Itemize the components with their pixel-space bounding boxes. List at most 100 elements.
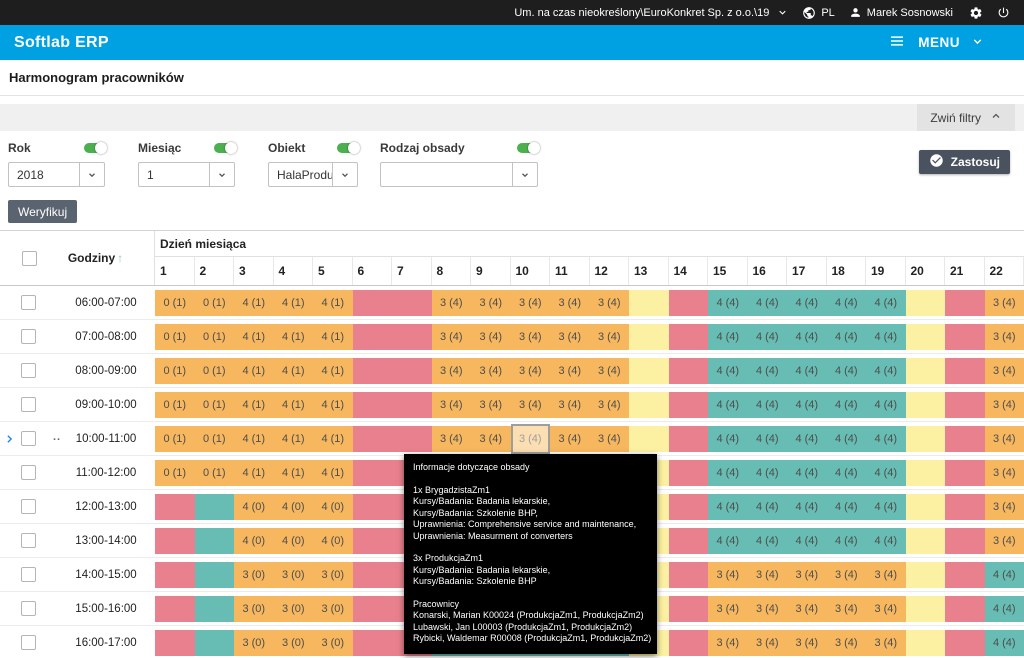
occupancy-cell[interactable]: 3 (4) — [471, 323, 511, 350]
row-checkbox[interactable] — [21, 601, 36, 616]
row-checkbox[interactable] — [21, 329, 36, 344]
occupancy-cell[interactable]: 3 (0) — [234, 561, 274, 588]
occupancy-cell[interactable]: 4 (4) — [747, 357, 787, 384]
occupancy-cell[interactable] — [905, 289, 945, 316]
occupancy-cell[interactable] — [352, 391, 392, 418]
occupancy-cell[interactable] — [352, 289, 392, 316]
occupancy-cell[interactable]: 3 (4) — [708, 629, 748, 656]
select-all-checkbox[interactable] — [22, 250, 37, 266]
occupancy-cell[interactable]: 3 (4) — [984, 289, 1024, 316]
occupancy-cell[interactable]: 4 (0) — [234, 493, 274, 520]
filter-object-select[interactable]: HalaProdukc.. — [268, 162, 358, 187]
occupancy-cell[interactable]: 4 (4) — [826, 391, 866, 418]
occupancy-cell[interactable]: 4 (4) — [826, 289, 866, 316]
occupancy-cell[interactable]: 4 (4) — [708, 459, 748, 486]
occupancy-cell[interactable] — [945, 289, 985, 316]
occupancy-cell[interactable] — [352, 561, 392, 588]
occupancy-cell[interactable]: 4 (4) — [747, 391, 787, 418]
occupancy-cell[interactable]: 4 (4) — [747, 493, 787, 520]
occupancy-cell[interactable] — [194, 629, 234, 656]
occupancy-cell[interactable]: 4 (1) — [234, 425, 274, 452]
occupancy-cell[interactable] — [668, 289, 708, 316]
occupancy-cell[interactable] — [155, 595, 195, 622]
occupancy-cell[interactable]: 4 (1) — [313, 289, 353, 316]
occupancy-cell[interactable]: 3 (4) — [589, 391, 629, 418]
occupancy-cell[interactable]: 0 (1) — [155, 391, 195, 418]
occupancy-cell[interactable] — [905, 493, 945, 520]
occupancy-cell[interactable]: 4 (4) — [866, 527, 906, 554]
collapse-filters-button[interactable]: Zwiń filtry — [917, 104, 1015, 131]
occupancy-cell[interactable]: 3 (0) — [313, 629, 353, 656]
occupancy-cell[interactable] — [668, 527, 708, 554]
expand-row-icon[interactable] — [3, 432, 16, 445]
occupancy-cell[interactable] — [352, 595, 392, 622]
apply-button[interactable]: Zastosuj — [918, 150, 1010, 174]
occupancy-cell[interactable] — [629, 425, 669, 452]
occupancy-cell[interactable] — [392, 289, 432, 316]
occupancy-cell[interactable] — [905, 459, 945, 486]
occupancy-cell[interactable]: 4 (4) — [984, 595, 1024, 622]
occupancy-cell[interactable] — [194, 493, 234, 520]
occupancy-cell[interactable] — [905, 561, 945, 588]
occupancy-cell[interactable] — [905, 595, 945, 622]
occupancy-cell[interactable]: 4 (4) — [747, 459, 787, 486]
occupancy-cell[interactable] — [905, 323, 945, 350]
occupancy-cell[interactable] — [155, 527, 195, 554]
occupancy-cell[interactable] — [945, 595, 985, 622]
occupancy-cell[interactable] — [945, 561, 985, 588]
occupancy-cell[interactable]: 3 (4) — [550, 357, 590, 384]
occupancy-cell[interactable]: 4 (1) — [273, 459, 313, 486]
filter-staffing-type-select[interactable] — [380, 162, 538, 187]
occupancy-cell[interactable] — [352, 493, 392, 520]
filter-month-toggle[interactable] — [214, 141, 237, 154]
occupancy-cell[interactable] — [905, 357, 945, 384]
occupancy-cell[interactable] — [905, 391, 945, 418]
row-checkbox[interactable] — [21, 295, 36, 310]
occupancy-cell[interactable]: 3 (4) — [589, 323, 629, 350]
occupancy-cell[interactable]: 0 (1) — [194, 323, 234, 350]
occupancy-cell[interactable]: 4 (0) — [234, 527, 274, 554]
occupancy-cell[interactable]: 4 (4) — [866, 323, 906, 350]
occupancy-cell[interactable] — [352, 459, 392, 486]
occupancy-cell[interactable]: 4 (0) — [273, 527, 313, 554]
occupancy-cell[interactable]: 3 (4) — [866, 629, 906, 656]
occupancy-cell[interactable]: 4 (1) — [273, 357, 313, 384]
occupancy-cell[interactable]: 3 (0) — [234, 595, 274, 622]
occupancy-cell[interactable]: 4 (4) — [866, 425, 906, 452]
occupancy-cell[interactable]: 4 (0) — [313, 527, 353, 554]
occupancy-cell[interactable]: 3 (4) — [589, 425, 629, 452]
filter-month-select[interactable]: 1 — [138, 162, 235, 187]
occupancy-cell[interactable]: 3 (4) — [471, 357, 511, 384]
occupancy-cell[interactable]: 4 (4) — [787, 493, 827, 520]
occupancy-cell[interactable]: 4 (1) — [313, 425, 353, 452]
occupancy-cell[interactable]: 4 (4) — [708, 391, 748, 418]
occupancy-cell[interactable]: 3 (4) — [471, 391, 511, 418]
occupancy-cell[interactable] — [194, 527, 234, 554]
occupancy-cell[interactable]: 4 (4) — [787, 459, 827, 486]
row-checkbox[interactable] — [21, 533, 36, 548]
row-more-indicator[interactable]: .. — [53, 431, 61, 443]
occupancy-cell[interactable] — [668, 357, 708, 384]
occupancy-cell[interactable]: 4 (1) — [234, 289, 274, 316]
hours-column-header[interactable]: Godziny ↑ — [68, 251, 123, 265]
occupancy-cell[interactable]: 0 (1) — [194, 459, 234, 486]
row-checkbox[interactable] — [21, 499, 36, 514]
occupancy-cell[interactable]: 3 (4) — [984, 459, 1024, 486]
occupancy-cell[interactable]: 4 (4) — [826, 323, 866, 350]
occupancy-cell[interactable]: 4 (4) — [826, 459, 866, 486]
occupancy-cell[interactable]: 4 (4) — [866, 357, 906, 384]
occupancy-cell[interactable] — [194, 595, 234, 622]
occupancy-cell[interactable] — [392, 323, 432, 350]
filter-year-toggle[interactable] — [84, 141, 107, 154]
occupancy-cell[interactable] — [155, 561, 195, 588]
occupancy-cell[interactable]: 0 (1) — [155, 425, 195, 452]
occupancy-cell[interactable] — [945, 357, 985, 384]
occupancy-cell[interactable]: 4 (4) — [787, 527, 827, 554]
occupancy-cell[interactable]: 3 (4) — [550, 391, 590, 418]
filter-year-select[interactable]: 2018 — [8, 162, 105, 187]
occupancy-cell[interactable]: 3 (4) — [787, 595, 827, 622]
occupancy-cell[interactable] — [668, 595, 708, 622]
occupancy-cell[interactable]: 4 (1) — [313, 323, 353, 350]
occupancy-cell[interactable] — [155, 493, 195, 520]
occupancy-cell[interactable]: 3 (4) — [866, 595, 906, 622]
